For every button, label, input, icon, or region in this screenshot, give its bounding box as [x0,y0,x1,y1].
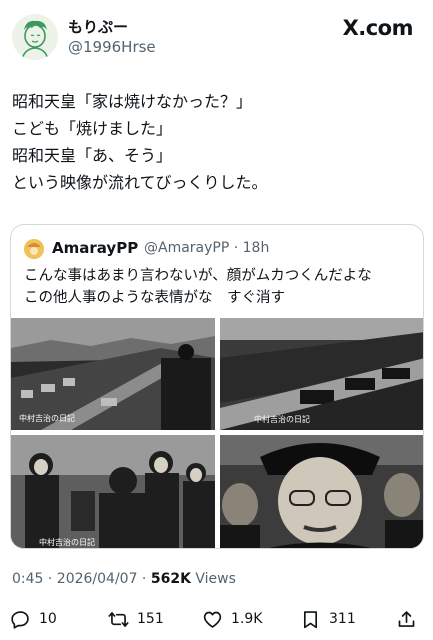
tweet-line: 昭和天皇「あ、そう」 [12,146,173,165]
author-avatar[interactable] [12,14,58,60]
bookmark-button[interactable]: 311 [300,604,356,634]
views-label: Views [190,571,236,587]
media-caption: 中村吉治の日記 [19,413,75,423]
repost-count: 151 [137,611,164,627]
tweet-metadata: 0:45 · 2026/04/07 · 562K Views [12,571,236,587]
quote-body: こんな事はあまり言わないが、顔がムカつくんだよな この他人事のような表情がな す… [24,265,372,309]
quote-avatar-illustration [24,239,44,259]
tweet-line: 昭和天皇「家は焼けなかった？」 [12,92,253,111]
tweet-header: もりぷー @1996Hrse X.com [0,0,433,62]
media-image-bowing-crowd[interactable]: 中村吉治の日記 [11,435,215,548]
reply-icon [11,610,29,629]
author-name[interactable]: もりぷー [68,16,128,37]
bookmark-count: 311 [329,611,356,627]
share-icon [398,610,415,627]
views-count: 562K [150,571,191,587]
x-logo: X.com [342,16,414,40]
quoted-tweet[interactable]: AmarayPP @AmarayPP · 18h こんな事はあまり言わないが、顔… [10,224,424,549]
reply-button[interactable]: 10 [10,604,57,634]
media-grid: 中村吉治の日記 中村吉治の日記 中村吉治の日記 [11,318,423,548]
tweet-timestamp[interactable]: 0:45 · 2026/04/07 · [12,571,151,587]
media-caption: 中村吉治の日記 [39,537,95,547]
quote-line: こんな事はあまり言わないが、顔がムカつくんだよな [24,268,372,284]
action-bar: 10 151 1.9K 311 [0,604,433,634]
heart-icon [203,611,222,628]
share-button[interactable] [396,604,425,634]
quote-author-meta: @AmarayPP · 18h [144,240,270,256]
media-image-rooftop-crowd[interactable]: 中村吉治の日記 [11,318,215,430]
media-image-motorcade[interactable]: 中村吉治の日記 [220,318,423,430]
bookmark-icon [303,610,318,628]
author-handle[interactable]: @1996Hrse [68,38,156,56]
repost-button[interactable]: 151 [108,604,164,634]
quote-author-name: AmarayPP [52,239,139,257]
like-count: 1.9K [231,611,263,627]
like-button[interactable]: 1.9K [202,604,262,634]
quote-line: この他人事のような表情がな すぐ消す [24,290,285,306]
media-image-emperor-closeup[interactable] [220,435,423,548]
reply-count: 10 [39,611,57,627]
quote-avatar [24,239,44,259]
tweet-body: 昭和天皇「家は焼けなかった？」 こども「焼けました」 昭和天皇「あ、そう」 とい… [12,88,422,196]
tweet-line: という映像が流れてびっくりした。 [12,173,268,192]
tweet-line: こども「焼けました」 [12,119,173,138]
avatar-illustration [12,14,58,60]
repost-icon [108,611,129,627]
media-caption: 中村吉治の日記 [254,414,310,424]
